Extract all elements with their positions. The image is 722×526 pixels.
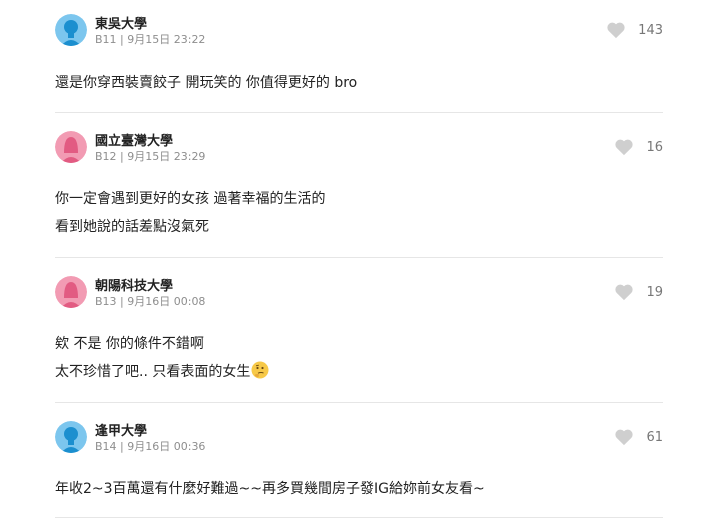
comment-school[interactable]: 朝陽科技大學 — [95, 275, 173, 294]
comment-meta: B12 | 9月15日 23:29 — [95, 150, 206, 163]
like-count: 16 — [646, 139, 663, 155]
comment-school[interactable]: 逢甲大學 — [95, 420, 147, 439]
comment-school[interactable]: 東吳大學 — [95, 13, 147, 32]
like-control[interactable]: 61 — [614, 427, 663, 447]
comment-b11: 東吳大學 B11 | 9月15日 23:22 143 還是你穿西裝賣餃子 開玩笑… — [55, 14, 663, 104]
comment-line: 欸 不是 你的條件不錯啊 — [55, 336, 204, 352]
heart-icon[interactable] — [606, 21, 626, 39]
comment-meta: B14 | 9月16日 00:36 — [95, 440, 206, 453]
female-avatar[interactable] — [55, 131, 87, 163]
comment-b14: 逢甲大學 B14 | 9月16日 00:36 61 年收2~3百萬還有什麼好難過… — [55, 421, 663, 511]
comment-line: 你一定會遇到更好的女孩 過著幸福的生活的 — [55, 191, 326, 207]
divider — [55, 402, 663, 403]
thinking-face-emoji — [251, 361, 269, 389]
comment-line-with-emoji: 太不珍惜了吧.. 只看表面的女生 — [55, 358, 269, 389]
comment-b13: 朝陽科技大學 B13 | 9月16日 00:08 19 欸 不是 你的條件不錯啊… — [55, 276, 663, 386]
comment-line: 年收2~3百萬還有什麼好難過~~再多買幾間房子發IG給妳前女友看~ — [55, 481, 485, 497]
like-control[interactable]: 19 — [614, 282, 663, 302]
comment-thread: 東吳大學 B11 | 9月15日 23:22 143 還是你穿西裝賣餃子 開玩笑… — [0, 0, 722, 526]
comment-line: 看到她說的話差點沒氣死 — [55, 219, 209, 235]
divider — [55, 112, 663, 113]
comment-body: 欸 不是 你的條件不錯啊 太不珍惜了吧.. 只看表面的女生 — [55, 330, 269, 389]
male-avatar[interactable] — [55, 421, 87, 453]
comment-line: 太不珍惜了吧.. 只看表面的女生 — [55, 364, 251, 380]
male-avatar[interactable] — [55, 14, 87, 46]
heart-icon[interactable] — [614, 428, 634, 446]
comment-body: 你一定會遇到更好的女孩 過著幸福的生活的 看到她說的話差點沒氣死 — [55, 185, 325, 241]
like-count: 143 — [638, 22, 663, 38]
comment-body: 年收2~3百萬還有什麼好難過~~再多買幾間房子發IG給妳前女友看~ — [55, 475, 485, 503]
female-avatar[interactable] — [55, 276, 87, 308]
comment-school[interactable]: 國立臺灣大學 — [95, 130, 173, 149]
divider — [55, 257, 663, 258]
like-control[interactable]: 143 — [606, 20, 663, 40]
heart-icon[interactable] — [614, 283, 634, 301]
like-count: 19 — [646, 284, 663, 300]
heart-icon[interactable] — [614, 138, 634, 156]
divider — [55, 517, 663, 518]
comment-meta: B11 | 9月15日 23:22 — [95, 33, 206, 46]
comment-b12: 國立臺灣大學 B12 | 9月15日 23:29 16 你一定會遇到更好的女孩 … — [55, 131, 663, 241]
like-count: 61 — [646, 429, 663, 445]
comment-body: 還是你穿西裝賣餃子 開玩笑的 你值得更好的 bro — [55, 69, 357, 97]
like-control[interactable]: 16 — [614, 137, 663, 157]
comment-meta: B13 | 9月16日 00:08 — [95, 295, 206, 308]
comment-line: 還是你穿西裝賣餃子 開玩笑的 你值得更好的 bro — [55, 75, 358, 91]
